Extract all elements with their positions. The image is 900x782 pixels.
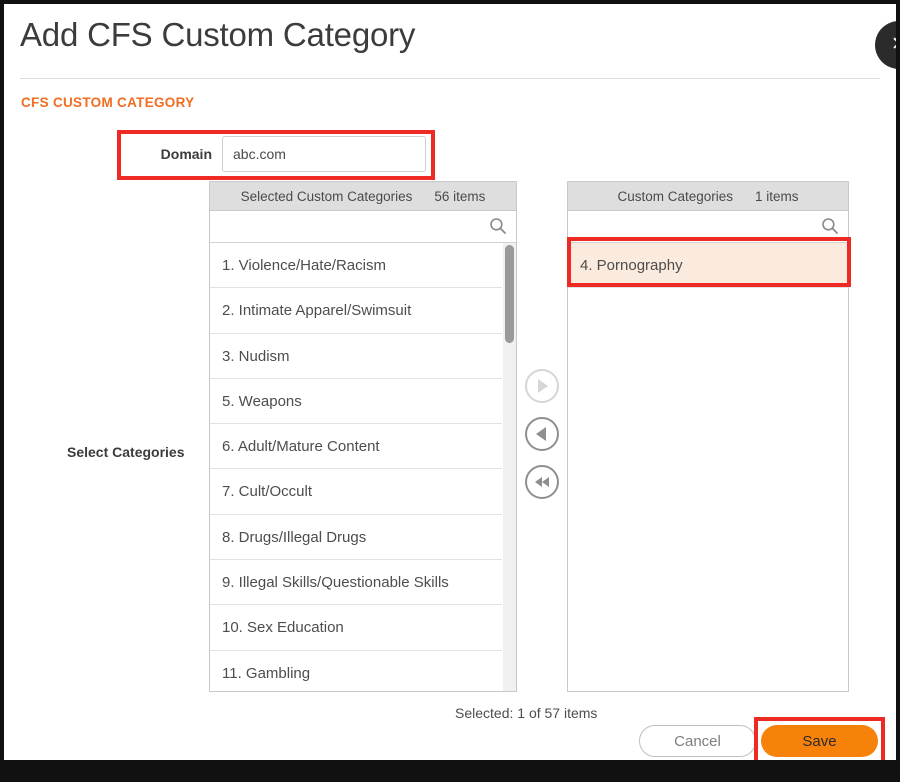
page-title: Add CFS Custom Category: [20, 16, 416, 53]
left-panel-count: 56 items: [434, 188, 486, 204]
select-categories-label: Select Categories: [67, 444, 185, 460]
section-header: CFS CUSTOM CATEGORY: [21, 95, 195, 110]
list-item[interactable]: 11. Gambling: [210, 651, 502, 691]
left-list-scroll-thumb[interactable]: [505, 245, 514, 343]
list-item[interactable]: 1. Violence/Hate/Racism: [210, 243, 502, 289]
dialog-page: Add CFS Custom Category ✕ CFS CUSTOM CAT…: [4, 4, 896, 760]
domain-label: Domain: [160, 146, 212, 162]
list-item[interactable]: 8. Drugs/Illegal Drugs: [210, 515, 502, 561]
left-search-input[interactable]: [210, 211, 516, 242]
list-item[interactable]: 2. Intimate Apparel/Swimsuit: [210, 288, 502, 334]
list-item[interactable]: 9. Illegal Skills/Questionable Skills: [210, 560, 502, 606]
list-item[interactable]: 7. Cult/Occult: [210, 469, 502, 515]
list-item[interactable]: 10. Sex Education: [210, 605, 502, 651]
cancel-button[interactable]: Cancel: [639, 725, 756, 757]
move-left-button[interactable]: [525, 417, 559, 451]
selected-custom-categories-panel: Selected Custom Categories 56 items 1. V…: [209, 181, 517, 692]
list-item[interactable]: 6. Adult/Mature Content: [210, 424, 502, 470]
close-icon-glyph: ✕: [884, 30, 896, 60]
list-item[interactable]: 5. Weapons: [210, 379, 502, 425]
close-icon[interactable]: ✕: [875, 21, 896, 69]
left-panel-header: Selected Custom Categories 56 items: [210, 182, 516, 211]
domain-input[interactable]: [222, 136, 426, 172]
move-all-left-button[interactable]: [525, 465, 559, 499]
left-panel-search: [210, 211, 516, 243]
left-panel-title: Selected Custom Categories: [240, 188, 413, 204]
custom-categories-panel: Custom Categories 1 items 4. Pornography: [567, 181, 849, 692]
right-list-body[interactable]: 4. Pornography: [568, 243, 848, 691]
right-search-input[interactable]: [568, 211, 848, 242]
right-panel-count: 1 items: [755, 188, 799, 204]
play-right-icon: [538, 379, 548, 393]
screenshot-frame: Add CFS Custom Category ✕ CFS CUSTOM CAT…: [0, 0, 900, 782]
left-list-body[interactable]: 1. Violence/Hate/Racism 2. Intimate Appar…: [210, 243, 516, 691]
selected-count-status: Selected: 1 of 57 items: [455, 705, 598, 721]
save-button[interactable]: Save: [761, 725, 878, 757]
right-panel-header: Custom Categories 1 items: [568, 182, 848, 211]
list-item[interactable]: 3. Nudism: [210, 334, 502, 379]
left-list-scrollbar[interactable]: [503, 243, 516, 691]
transfer-button-group: [525, 369, 561, 513]
right-panel-search: [568, 211, 848, 243]
move-right-button[interactable]: [525, 369, 559, 403]
right-panel-title: Custom Categories: [617, 188, 734, 204]
play-left-icon: [536, 427, 546, 441]
double-left-icon: [535, 477, 549, 487]
list-item[interactable]: 4. Pornography: [568, 243, 848, 289]
title-divider: [20, 78, 880, 79]
domain-row: Domain: [126, 136, 426, 174]
